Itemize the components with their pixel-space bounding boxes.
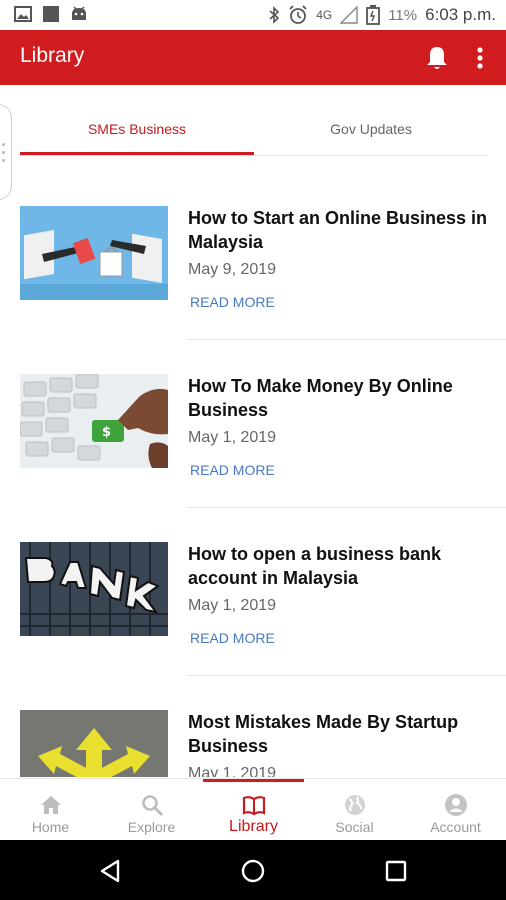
read-more-link[interactable]: READ MORE: [190, 630, 275, 646]
notifications-bell-icon[interactable]: [424, 44, 450, 72]
tab-active-indicator: [20, 152, 254, 155]
account-icon: [445, 794, 467, 816]
read-more-link[interactable]: READ MORE: [190, 294, 275, 310]
nav-library[interactable]: Library: [203, 779, 304, 841]
svg-text:$: $: [102, 425, 111, 440]
home-button-icon[interactable]: [240, 858, 266, 884]
article-date: May 1, 2019: [188, 429, 277, 446]
gallery-notification-icon: [14, 6, 32, 22]
read-more-link[interactable]: READ MORE: [190, 462, 275, 478]
nav-label: Social: [335, 819, 374, 835]
article-item[interactable]: How to open a business bank account in M…: [0, 496, 506, 676]
article-title[interactable]: How to Start an Online Business in Malay…: [188, 206, 488, 254]
book-icon: [242, 796, 266, 816]
search-icon: [142, 795, 164, 817]
article-thumbnail-keyboard-dollar-key: $: [20, 374, 168, 468]
nav-account[interactable]: Account: [405, 779, 506, 841]
android-notification-icon: [72, 6, 86, 20]
article-item[interactable]: Most Mistakes Made By Startup Business M…: [0, 664, 506, 777]
article-thumbnail-road-arrows: [20, 710, 168, 777]
clock: 6:03 p.m.: [425, 5, 496, 24]
article-feed[interactable]: How to Start an Online Business in Malay…: [0, 160, 506, 777]
nav-label: Home: [31, 819, 70, 835]
article-item[interactable]: How to Start an Online Business in Malay…: [0, 160, 506, 340]
nav-label: Account: [430, 819, 481, 835]
home-icon: [41, 796, 61, 814]
alarm-icon: [289, 5, 307, 24]
nav-label: Library: [229, 818, 278, 835]
more-options-icon[interactable]: [470, 44, 490, 72]
signal-icon: [340, 6, 358, 24]
article-item[interactable]: $ How To Make Money By Online Business M…: [0, 328, 506, 508]
nav-explore[interactable]: Explore: [101, 779, 202, 841]
article-thumbnail-bank-sign: [20, 542, 168, 636]
article-date: May 1, 2019: [188, 765, 277, 777]
tab-gov-updates[interactable]: Gov Updates: [254, 104, 488, 154]
system-navigation-bar: [0, 840, 506, 900]
recents-icon[interactable]: [383, 858, 409, 884]
status-bar: 4G 11% 6:03 p.m.: [0, 0, 506, 30]
article-thumbnail-online-shopping: [20, 206, 168, 300]
nav-home[interactable]: Home: [0, 779, 101, 841]
app-notification-icon: [43, 6, 59, 22]
nav-social[interactable]: Social: [304, 779, 405, 841]
battery-percent: 11%: [388, 6, 418, 24]
network-type: 4G: [316, 8, 333, 22]
article-title[interactable]: Most Mistakes Made By Startup Business: [188, 710, 488, 758]
bluetooth-icon: [269, 6, 280, 24]
globe-icon: [345, 795, 365, 815]
article-date: May 1, 2019: [188, 597, 277, 614]
bottom-navigation: Home Explore Library Social Account: [0, 778, 506, 840]
tab-smes-business[interactable]: SMEs Business: [20, 104, 254, 154]
article-date: May 9, 2019: [188, 261, 277, 278]
article-title[interactable]: How to open a business bank account in M…: [188, 542, 488, 590]
back-icon[interactable]: [98, 858, 124, 884]
nav-label: Explore: [127, 819, 176, 835]
category-tabs: SMEs Business Gov Updates: [20, 104, 488, 156]
app-bar: Library: [0, 30, 506, 85]
page-title: Library: [20, 44, 85, 67]
battery-icon: [366, 5, 381, 25]
article-title[interactable]: How To Make Money By Online Business: [188, 374, 488, 422]
